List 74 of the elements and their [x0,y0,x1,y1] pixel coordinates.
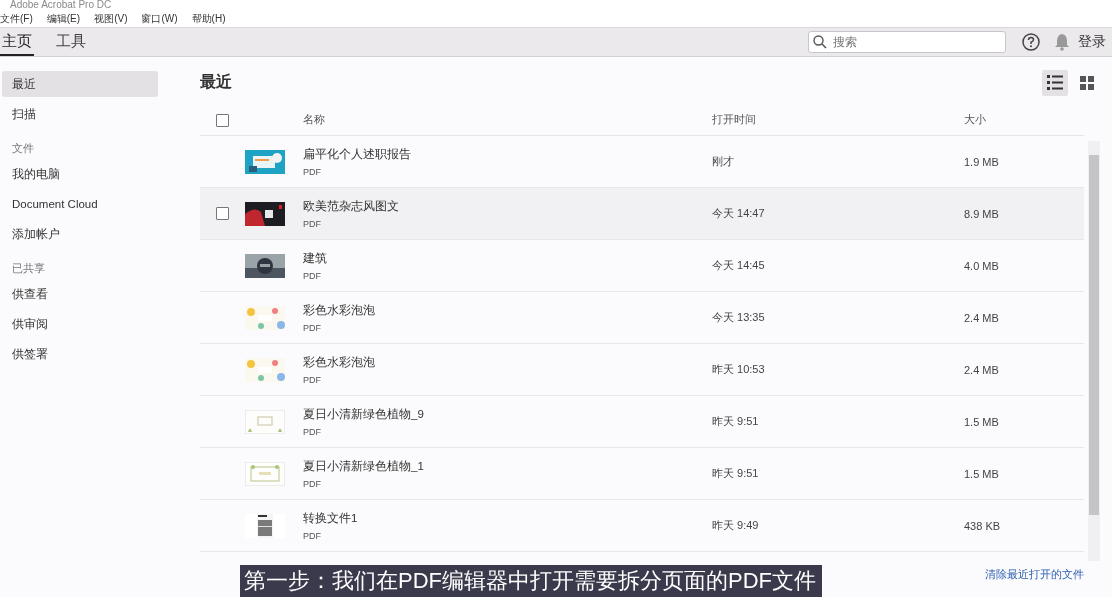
login-link[interactable]: 登录 [1078,28,1112,56]
sidebar-item[interactable]: 最近 [2,71,158,97]
sidebar-heading: 文件 [11,141,35,156]
file-name: 夏日小清新绿色植物_9 [303,406,425,422]
file-type: PDF [303,530,322,541]
file-type: PDF [303,166,322,177]
file-type: PDF [303,374,322,385]
sidebar-item[interactable]: 供签署 [2,341,158,367]
menu-item[interactable]: 编辑(E) [46,11,81,26]
opened-time: 昨天 10:53 [712,362,766,377]
file-row[interactable]: 欧美范杂志风图文 PDF 今天 14:47 8.9 MB [200,188,1084,240]
sidebar-item[interactable]: 添加帐户 [2,221,158,247]
file-row[interactable]: 夏日小清新绿色植物_1 PDF 昨天 9:51 1.5 MB [200,448,1084,500]
opened-time: 今天 14:45 [712,258,766,273]
search-icon [813,35,827,49]
file-name: 欧美范杂志风图文 [303,198,400,214]
file-row[interactable]: 转换文件1 PDF 昨天 9:49 438 KB [200,500,1084,552]
search-field[interactable]: 搜索 [808,31,1006,53]
menu-item[interactable]: 帮助(H) [191,11,226,26]
sidebar-item[interactable]: 我的电脑 [2,161,158,187]
file-type: PDF [303,218,322,229]
grid-icon [1079,75,1095,90]
file-name: 建筑 [303,250,328,266]
file-size: 438 KB [964,519,1002,532]
opened-time: 昨天 9:49 [712,518,760,533]
file-size: 2.4 MB [964,363,1000,376]
file-name: 彩色水彩泡泡 [303,302,376,318]
menu-item[interactable]: 视图(V) [94,11,128,26]
opened-time: 刚才 [712,154,735,169]
menu-item[interactable]: 窗口(W) [141,11,178,26]
scrollbar[interactable] [1088,141,1100,561]
list-view-button[interactable] [1042,69,1068,96]
file-name: 扁平化个人述职报告 [303,146,412,162]
clear-recent-link[interactable]: 清除最近打开的文件 [985,567,1084,582]
file-type: PDF [303,322,322,333]
file-size: 1.9 MB [964,155,1000,168]
file-size: 8.9 MB [964,207,1000,220]
file-name: 夏日小清新绿色植物_1 [303,458,425,474]
file-row[interactable]: 彩色水彩泡泡 PDF 今天 13:35 2.4 MB [200,292,1084,344]
video-caption: 第一步：我们在PDF编辑器中打开需要拆分页面的PDF文件 [240,565,822,597]
list-icon [1047,75,1063,90]
opened-time: 今天 14:47 [712,206,766,221]
column-header[interactable]: 名称 [303,113,712,127]
file-type: PDF [303,478,322,489]
sidebar-item[interactable]: Document Cloud [2,191,158,217]
select-all-checkbox[interactable] [216,113,229,127]
opened-time: 昨天 9:51 [712,466,760,481]
tab[interactable]: 主页 [0,28,34,56]
file-size: 1.5 MB [964,467,1000,480]
section-title: 最近 [200,72,232,92]
file-row[interactable]: 建筑 PDF 今天 14:45 4.0 MB [200,240,1084,292]
column-header[interactable]: 打开时间 [712,113,964,127]
file-name: 转换文件1 [303,510,359,526]
opened-time: 今天 13:35 [712,310,766,325]
sidebar-item[interactable]: 供审阅 [2,311,158,337]
file-size: 2.4 MB [964,311,1000,324]
file-type: PDF [303,270,322,281]
help-icon[interactable] [1022,33,1040,51]
column-header[interactable]: 大小 [964,113,1084,127]
sidebar-item[interactable]: 供查看 [2,281,158,307]
bell-icon[interactable] [1054,33,1070,51]
file-row[interactable]: 彩色水彩泡泡 PDF 昨天 10:53 2.4 MB [200,344,1084,396]
tab[interactable]: 工具 [54,28,88,56]
file-name: 彩色水彩泡泡 [303,354,376,370]
row-checkbox[interactable] [216,207,229,220]
sidebar-heading: 已共享 [11,261,46,276]
opened-time: 昨天 9:51 [712,414,760,429]
sidebar-item[interactable]: 扫描 [2,101,158,127]
file-type: PDF [303,426,322,437]
file-row[interactable]: 夏日小清新绿色植物_9 PDF 昨天 9:51 1.5 MB [200,396,1084,448]
menu-item[interactable]: 文件(F) [0,11,33,26]
file-size: 1.5 MB [964,415,1000,428]
window-title: Adobe Acrobat Pro DC [0,0,1112,10]
file-size: 4.0 MB [964,259,1000,272]
